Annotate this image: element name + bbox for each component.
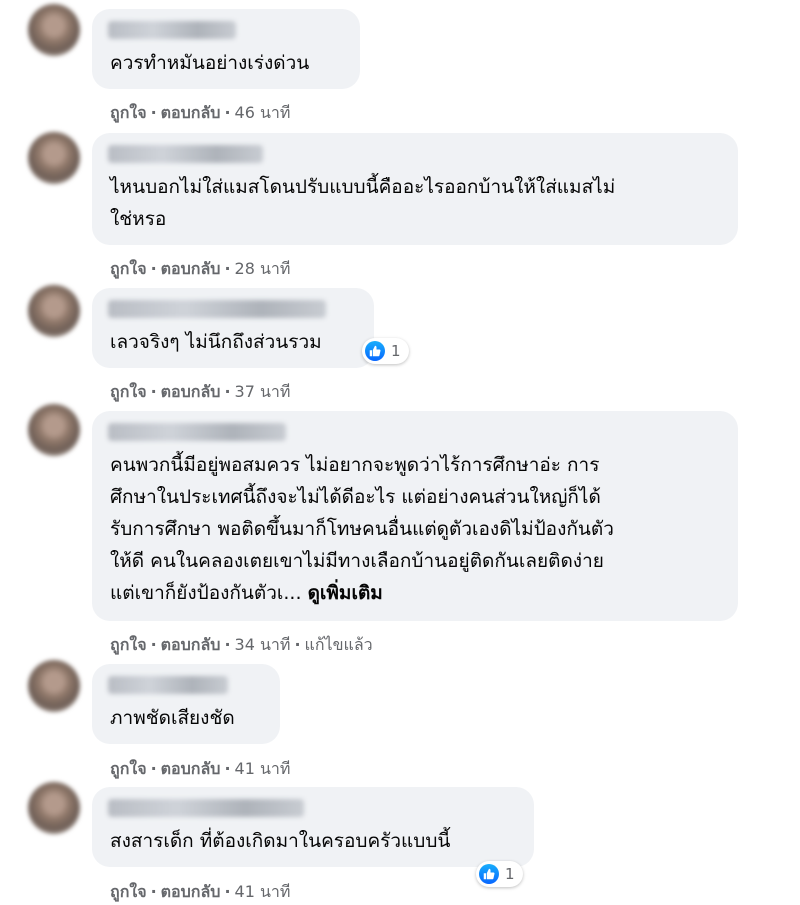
avatar[interactable] xyxy=(28,4,80,56)
avatar[interactable] xyxy=(28,132,80,184)
reaction-count: 1 xyxy=(391,342,401,360)
blurred-author-name[interactable] xyxy=(108,145,263,163)
like-link[interactable]: ถูกใจ xyxy=(110,103,147,122)
blurred-author-name[interactable] xyxy=(108,21,236,39)
comment-bubble: สงสารเด็ก ที่ต้องเกิดมาในครอบครัวแบบนี้ xyxy=(92,787,534,867)
like-icon xyxy=(479,864,499,884)
avatar[interactable] xyxy=(28,660,80,712)
comment-bubble: ไหนบอกไม่ใส่แมสโดนปรับแบบนี้คืออะไรออกบ้… xyxy=(92,133,738,245)
comment-time[interactable]: 37 นาที xyxy=(235,382,291,401)
like-link[interactable]: ถูกใจ xyxy=(110,759,147,778)
comment-actions: ถูกใจ · ตอบกลับ · 34 นาที · แก้ไขแล้ว xyxy=(110,635,373,654)
edited-label[interactable]: แก้ไขแล้ว xyxy=(305,635,373,654)
comment-actions: ถูกใจ · ตอบกลับ · 37 นาที xyxy=(110,382,291,401)
comment-time[interactable]: 41 นาที xyxy=(235,759,291,778)
comment-text: ภาพชัดเสียงชัด xyxy=(110,707,235,729)
avatar[interactable] xyxy=(28,285,80,337)
like-icon xyxy=(365,341,385,361)
comment-text: เลวจริงๆ ไม่นึกถึงส่วนรวม xyxy=(110,331,322,353)
comment-text: สงสารเด็ก ที่ต้องเกิดมาในครอบครัวแบบนี้ xyxy=(110,830,451,852)
comment-actions: ถูกใจ · ตอบกลับ · 46 นาที xyxy=(110,103,291,122)
blurred-author-name[interactable] xyxy=(108,423,286,441)
comment-time[interactable]: 46 นาที xyxy=(235,103,291,122)
comment-actions: ถูกใจ · ตอบกลับ · 41 นาที xyxy=(110,882,291,901)
reaction-badge[interactable]: 1 xyxy=(476,861,523,887)
comment-bubble: คนพวกนี้มีอยู่พอสมควร ไม่อยากจะพูดว่าไร้… xyxy=(92,411,738,621)
comment-text: ควรทำหมันอย่างเร่งด่วน xyxy=(110,52,310,74)
comment-actions: ถูกใจ · ตอบกลับ · 41 นาที xyxy=(110,759,291,778)
reaction-badge[interactable]: 1 xyxy=(362,338,409,364)
comment-text: ไหนบอกไม่ใส่แมสโดนปรับแบบนี้คืออะไรออกบ้… xyxy=(110,176,616,230)
comment-time[interactable]: 28 นาที xyxy=(235,259,291,278)
reply-link[interactable]: ตอบกลับ xyxy=(161,259,221,278)
comment-actions: ถูกใจ · ตอบกลับ · 28 นาที xyxy=(110,259,291,278)
comment-bubble: เลวจริงๆ ไม่นึกถึงส่วนรวม xyxy=(92,288,374,368)
like-link[interactable]: ถูกใจ xyxy=(110,259,147,278)
reply-link[interactable]: ตอบกลับ xyxy=(161,103,221,122)
comment-time[interactable]: 41 นาที xyxy=(235,882,291,901)
see-more-link[interactable]: ดูเพิ่มเติม xyxy=(308,582,383,604)
comment-bubble: ภาพชัดเสียงชัด xyxy=(92,664,280,744)
reply-link[interactable]: ตอบกลับ xyxy=(161,635,221,654)
comment-time[interactable]: 34 นาที xyxy=(235,635,291,654)
reply-link[interactable]: ตอบกลับ xyxy=(161,382,221,401)
comment-bubble: ควรทำหมันอย่างเร่งด่วน xyxy=(92,9,360,89)
avatar[interactable] xyxy=(28,404,80,456)
like-link[interactable]: ถูกใจ xyxy=(110,382,147,401)
reply-link[interactable]: ตอบกลับ xyxy=(161,882,221,901)
blurred-author-name[interactable] xyxy=(108,799,304,817)
avatar[interactable] xyxy=(28,782,80,834)
reply-link[interactable]: ตอบกลับ xyxy=(161,759,221,778)
blurred-author-name[interactable] xyxy=(108,300,326,318)
blurred-author-name[interactable] xyxy=(108,676,228,694)
like-link[interactable]: ถูกใจ xyxy=(110,882,147,901)
comment-text: คนพวกนี้มีอยู่พอสมควร ไม่อยากจะพูดว่าไร้… xyxy=(110,449,720,609)
like-link[interactable]: ถูกใจ xyxy=(110,635,147,654)
reaction-count: 1 xyxy=(505,865,515,883)
